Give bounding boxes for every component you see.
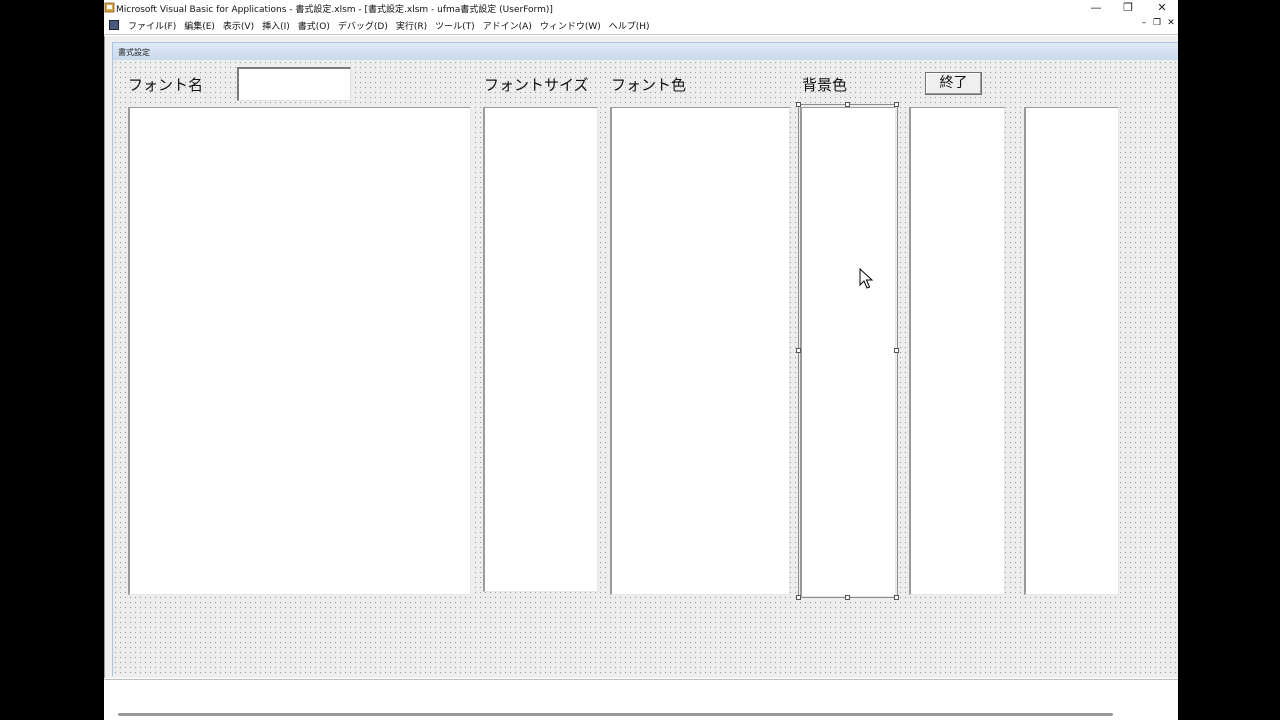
horizontal-scrollbar[interactable]	[118, 713, 1113, 716]
resize-handle-ne[interactable]	[894, 102, 899, 107]
userform-doc-icon[interactable]	[109, 20, 119, 30]
form-designer: 書式設定 フォント名 フォントサイズ フォント色 背景色 終了	[104, 36, 1178, 678]
restore-button[interactable]: ❐	[1113, 0, 1143, 16]
font-color-list[interactable]	[610, 107, 790, 595]
menu-run[interactable]: 実行(R)	[392, 19, 431, 32]
label-font-name[interactable]: フォント名	[128, 74, 203, 95]
mdi-close-button[interactable]: ✕	[1165, 18, 1177, 28]
menu-help[interactable]: ヘルプ(H)	[605, 19, 654, 32]
label-font-color[interactable]: フォント色	[611, 74, 686, 95]
vba-app-icon	[104, 2, 115, 13]
menu-addins[interactable]: アドイン(A)	[479, 19, 536, 32]
userform-caption-bar[interactable]: 書式設定	[113, 43, 1178, 60]
menu-insert[interactable]: 挿入(I)	[258, 19, 294, 32]
resize-handle-se[interactable]	[894, 595, 899, 600]
menu-view[interactable]: 表示(V)	[219, 19, 258, 32]
font-size-list[interactable]	[483, 107, 598, 592]
menu-format[interactable]: 書式(O)	[294, 19, 334, 32]
resize-handle-e[interactable]	[894, 348, 899, 353]
end-button[interactable]: 終了	[925, 72, 982, 95]
font-name-input[interactable]	[237, 67, 351, 101]
mouse-pointer-icon	[859, 268, 873, 289]
menu-debug[interactable]: デバッグ(D)	[334, 19, 392, 32]
userform-caption: 書式設定	[118, 48, 150, 57]
menu-divider	[104, 34, 1178, 35]
label-font-size[interactable]: フォントサイズ	[484, 74, 589, 95]
userform-body[interactable]: フォント名 フォントサイズ フォント色 背景色 終了	[113, 60, 1178, 677]
selection-frame	[798, 104, 898, 598]
resize-handle-sw[interactable]	[796, 595, 801, 600]
title-bar: Microsoft Visual Basic for Applications …	[104, 0, 1178, 16]
close-button[interactable]: ✕	[1147, 0, 1177, 16]
userform[interactable]: 書式設定 フォント名 フォントサイズ フォント色 背景色 終了	[112, 42, 1178, 677]
minimize-button[interactable]: —	[1081, 0, 1111, 16]
menu-window[interactable]: ウィンドウ(W)	[536, 19, 605, 32]
menu-edit[interactable]: 編集(E)	[180, 19, 219, 32]
label-background-color[interactable]: 背景色	[802, 74, 847, 95]
menu-bar: ファイル(F) 編集(E) 表示(V) 挿入(I) 書式(O) デバッグ(D) …	[104, 17, 1178, 33]
resize-handle-n[interactable]	[845, 102, 850, 107]
mdi-restore-button[interactable]: ❐	[1151, 18, 1163, 28]
extra-list-1[interactable]	[909, 107, 1005, 595]
extra-list-2[interactable]	[1024, 107, 1119, 595]
resize-handle-nw[interactable]	[796, 102, 801, 107]
mdi-minimize-button[interactable]: –	[1138, 18, 1150, 28]
menu-tools[interactable]: ツール(T)	[431, 19, 479, 32]
resize-handle-w[interactable]	[796, 348, 801, 353]
window-title: Microsoft Visual Basic for Applications …	[116, 5, 553, 15]
vba-editor-window: Microsoft Visual Basic for Applications …	[104, 0, 1178, 720]
resize-handle-s[interactable]	[845, 595, 850, 600]
menu-file[interactable]: ファイル(F)	[124, 19, 180, 32]
font-name-list[interactable]	[128, 107, 471, 595]
bottom-pane	[104, 679, 1178, 720]
